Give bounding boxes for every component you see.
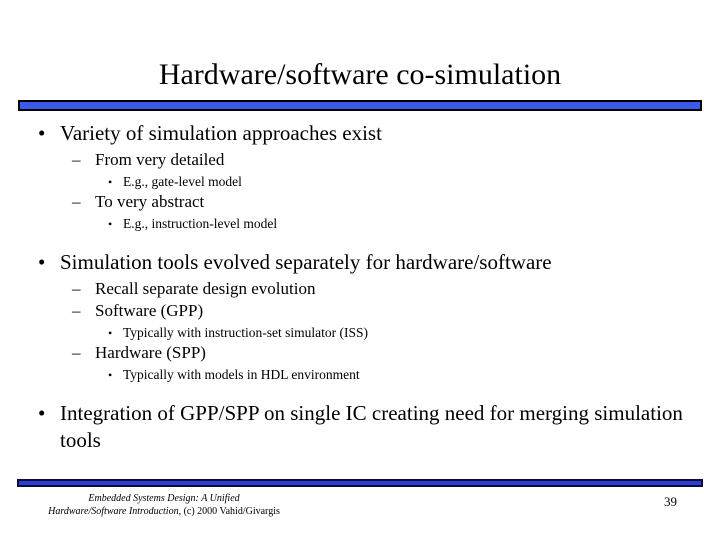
- footer-divider-bar: [17, 479, 703, 487]
- bullet-dash-icon: –: [72, 343, 81, 362]
- bullet-text: From very detailed: [95, 150, 225, 169]
- bullet-text: E.g., gate-level model: [123, 174, 242, 189]
- bullet-level1: • Simulation tools evolved separately fo…: [0, 249, 720, 276]
- bullet-level2: – Software (GPP): [0, 300, 720, 322]
- bullet-dash-icon: –: [72, 279, 81, 298]
- footer-citation-line1: Embedded Systems Design: A Unified: [88, 493, 240, 504]
- bullet-text: Recall separate design evolution: [95, 279, 316, 298]
- bullet-level3: • Typically with instruction-set simulat…: [0, 324, 720, 342]
- bullet-text: Integration of GPP/SPP on single IC crea…: [60, 401, 683, 452]
- footer-copyright: (c) 2000 Vahid/Givargis: [181, 506, 280, 517]
- bullet-level3: • E.g., instruction-level model: [0, 215, 720, 233]
- bullet-text: E.g., instruction-level model: [123, 216, 278, 231]
- bullet-level2: – Hardware (SPP): [0, 342, 720, 364]
- page-title: Hardware/software co-simulation: [158, 58, 562, 92]
- bullet-dot-small-icon: •: [108, 368, 113, 382]
- bullet-level3: • E.g., gate-level model: [0, 173, 720, 191]
- bullet-text: Variety of simulation approaches exist: [60, 121, 382, 145]
- bullet-text: Simulation tools evolved separately for …: [60, 250, 552, 274]
- bullet-level1: • Integration of GPP/SPP on single IC cr…: [0, 400, 720, 454]
- footer-citation-line2: Hardware/Software Introduction,: [48, 506, 182, 517]
- bullet-level3: • Typically with models in HDL environme…: [0, 366, 720, 384]
- bullet-text: Typically with instruction-set simulator…: [123, 325, 369, 340]
- slide-canvas: Hardware/software co-simulation • Variet…: [0, 0, 720, 540]
- slide-body: • Variety of simulation approaches exist…: [0, 120, 720, 454]
- bullet-dash-icon: –: [72, 150, 81, 169]
- bullet-dot-icon: •: [38, 401, 46, 425]
- bullet-dash-icon: –: [72, 192, 81, 211]
- bullet-level1: • Variety of simulation approaches exist: [0, 120, 720, 147]
- bullet-text: Hardware (SPP): [95, 343, 206, 362]
- bullet-dot-icon: •: [38, 250, 46, 274]
- bullet-dot-small-icon: •: [108, 217, 113, 231]
- bullet-dot-small-icon: •: [108, 175, 113, 189]
- bullet-dot-icon: •: [38, 121, 46, 145]
- bullet-level2: – From very detailed: [0, 149, 720, 171]
- bullet-dot-small-icon: •: [108, 326, 113, 340]
- title-divider-bar: [18, 100, 702, 111]
- bullet-level2: – Recall separate design evolution: [0, 278, 720, 300]
- bullet-level2: – To very abstract: [0, 191, 720, 213]
- page-number: 39: [664, 494, 677, 509]
- footer-citation: Embedded Systems Design: A Unified Hardw…: [14, 492, 314, 518]
- bullet-text: Software (GPP): [95, 301, 204, 320]
- bullet-text: To very abstract: [95, 192, 205, 211]
- bullet-text: Typically with models in HDL environment: [123, 367, 360, 382]
- bullet-dash-icon: –: [72, 301, 81, 320]
